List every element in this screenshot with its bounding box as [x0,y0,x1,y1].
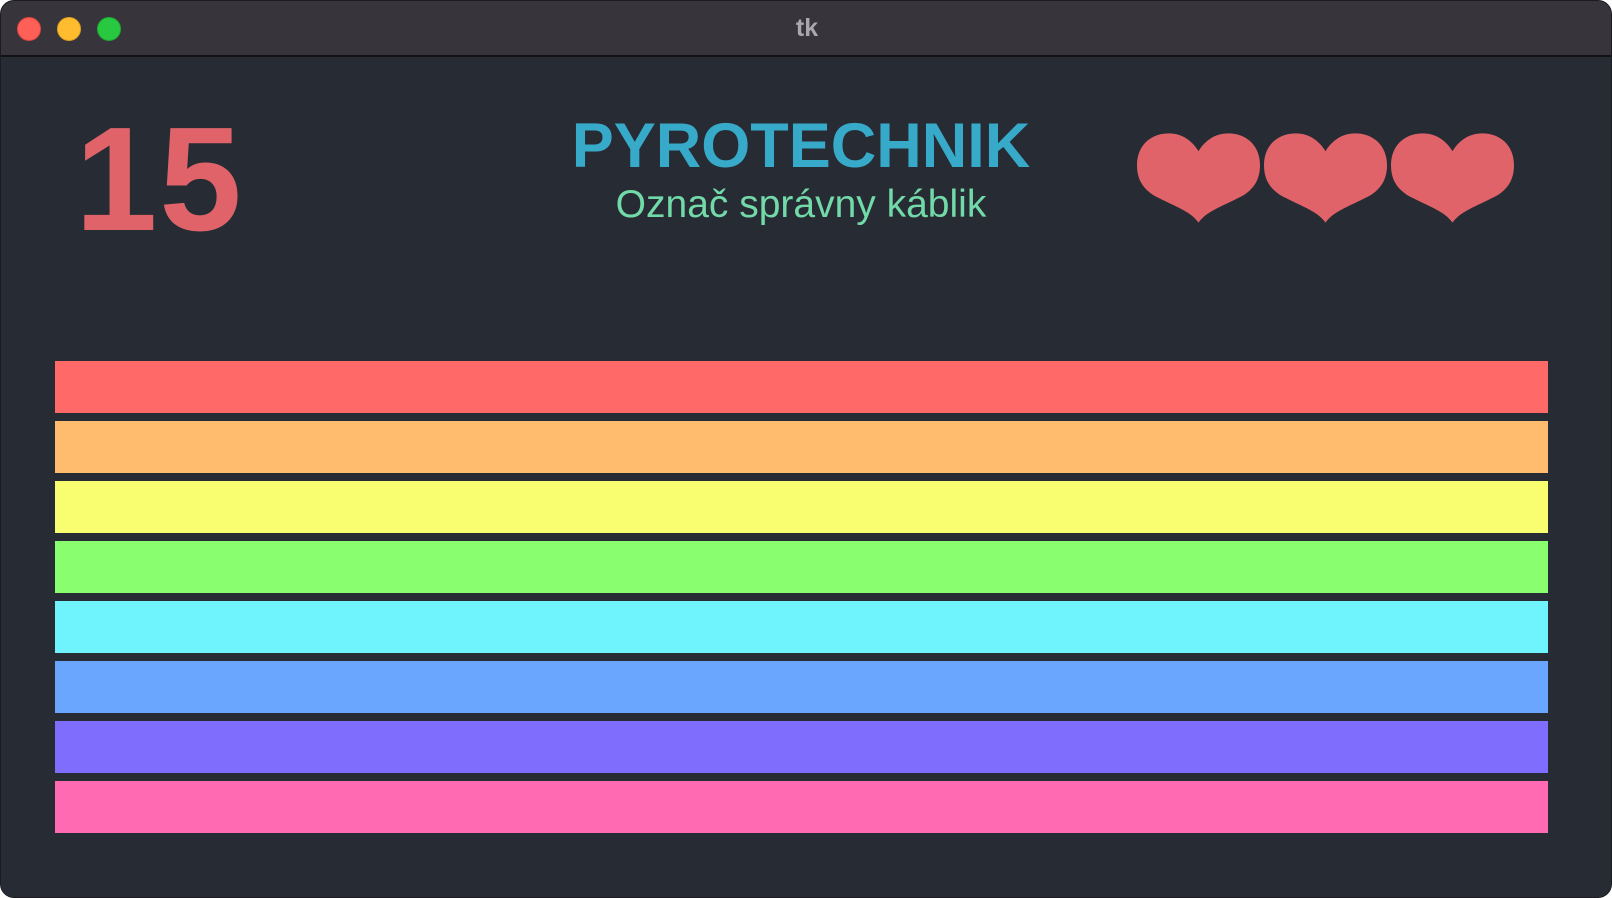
lives-indicator [1137,129,1514,225]
window-title: tk [795,14,819,42]
wire-red[interactable] [55,361,1548,413]
title-bar: tk [1,1,1611,57]
wire-orange[interactable] [55,421,1548,473]
wire-blue[interactable] [55,661,1548,713]
wire-purple[interactable] [55,721,1548,773]
wire-pink[interactable] [55,781,1548,833]
heart-icon [1137,133,1260,223]
game-area: 15 PYROTECHNIK Označ správny káblik [1,59,1611,897]
heart-icon [1264,133,1387,223]
wire-yellow[interactable] [55,481,1548,533]
app-window: tk 15 PYROTECHNIK Označ správny káblik [0,0,1612,898]
wire-green[interactable] [55,541,1548,593]
heart-icon [1391,133,1514,223]
wire-cyan[interactable] [55,601,1548,653]
